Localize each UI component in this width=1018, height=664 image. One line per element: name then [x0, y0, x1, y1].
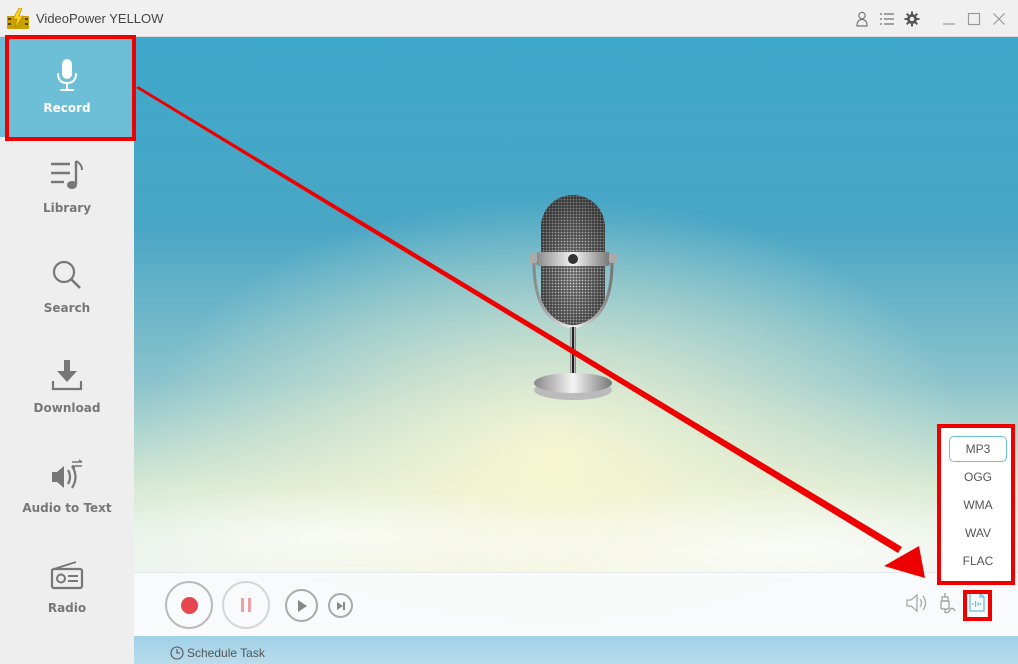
audio-input-jack-icon[interactable]: [939, 592, 957, 619]
sidebar-item-audio-to-text[interactable]: Audio to Text: [0, 437, 134, 537]
footer-strip: [134, 636, 1018, 664]
pause-button[interactable]: [222, 581, 270, 629]
sidebar-item-library[interactable]: Library: [0, 137, 134, 237]
music-library-icon: [50, 155, 84, 195]
search-icon: [51, 255, 83, 295]
format-menu-pointer: [977, 581, 989, 587]
sidebar: Record Library Search Download Audio to …: [0, 37, 134, 664]
record-button[interactable]: [165, 581, 213, 629]
schedule-task-label: Schedule Task: [187, 646, 265, 660]
sidebar-item-radio[interactable]: Radio: [0, 537, 134, 637]
sidebar-item-label: Record: [43, 101, 91, 115]
cloud-background: [134, 477, 1018, 577]
format-option-mp3[interactable]: MP3: [949, 436, 1007, 462]
sidebar-item-label: Audio to Text: [22, 501, 112, 515]
audio-to-text-icon: [50, 455, 84, 495]
maximize-icon[interactable]: [965, 10, 983, 28]
schedule-task-button[interactable]: Schedule Task: [170, 646, 265, 660]
close-icon[interactable]: [990, 10, 1008, 28]
clock-icon: [170, 646, 184, 660]
play-button[interactable]: [285, 589, 318, 622]
app-logo-icon: [7, 8, 29, 29]
skip-next-icon: [336, 601, 345, 610]
record-panel: Schedule Task: [134, 37, 1018, 664]
sidebar-item-label: Library: [42, 201, 92, 215]
minimize-icon[interactable]: [940, 10, 958, 28]
skip-next-button[interactable]: [328, 593, 353, 618]
list-menu-icon[interactable]: [878, 10, 896, 28]
record-icon: [180, 596, 198, 614]
sidebar-item-label: Search: [43, 301, 91, 315]
format-menu: MP3 OGG WMA WAV FLAC: [940, 427, 1012, 581]
gear-icon[interactable]: [903, 10, 921, 28]
vintage-microphone-illustration: [529, 195, 617, 400]
format-option-wav[interactable]: WAV: [949, 520, 1007, 546]
audio-format-icon[interactable]: [969, 592, 985, 617]
sidebar-item-record[interactable]: Record: [0, 37, 134, 137]
format-option-wma[interactable]: WMA: [949, 492, 1007, 518]
title-bar: VideoPower YELLOW: [0, 0, 1018, 37]
radio-icon: [50, 555, 84, 595]
sidebar-item-download[interactable]: Download: [0, 337, 134, 437]
microphone-icon: [54, 55, 80, 95]
volume-icon[interactable]: [906, 593, 928, 618]
download-icon: [51, 355, 83, 395]
user-icon[interactable]: [853, 10, 871, 28]
sidebar-item-search[interactable]: Search: [0, 237, 134, 337]
pause-icon: [241, 598, 251, 612]
sidebar-item-label: Radio: [47, 601, 87, 615]
app-title: VideoPower YELLOW: [36, 11, 164, 26]
format-option-ogg[interactable]: OGG: [949, 464, 1007, 490]
format-option-flac[interactable]: FLAC: [949, 548, 1007, 574]
control-bar: [134, 572, 1018, 636]
play-icon: [297, 599, 307, 612]
sidebar-item-label: Download: [33, 401, 101, 415]
